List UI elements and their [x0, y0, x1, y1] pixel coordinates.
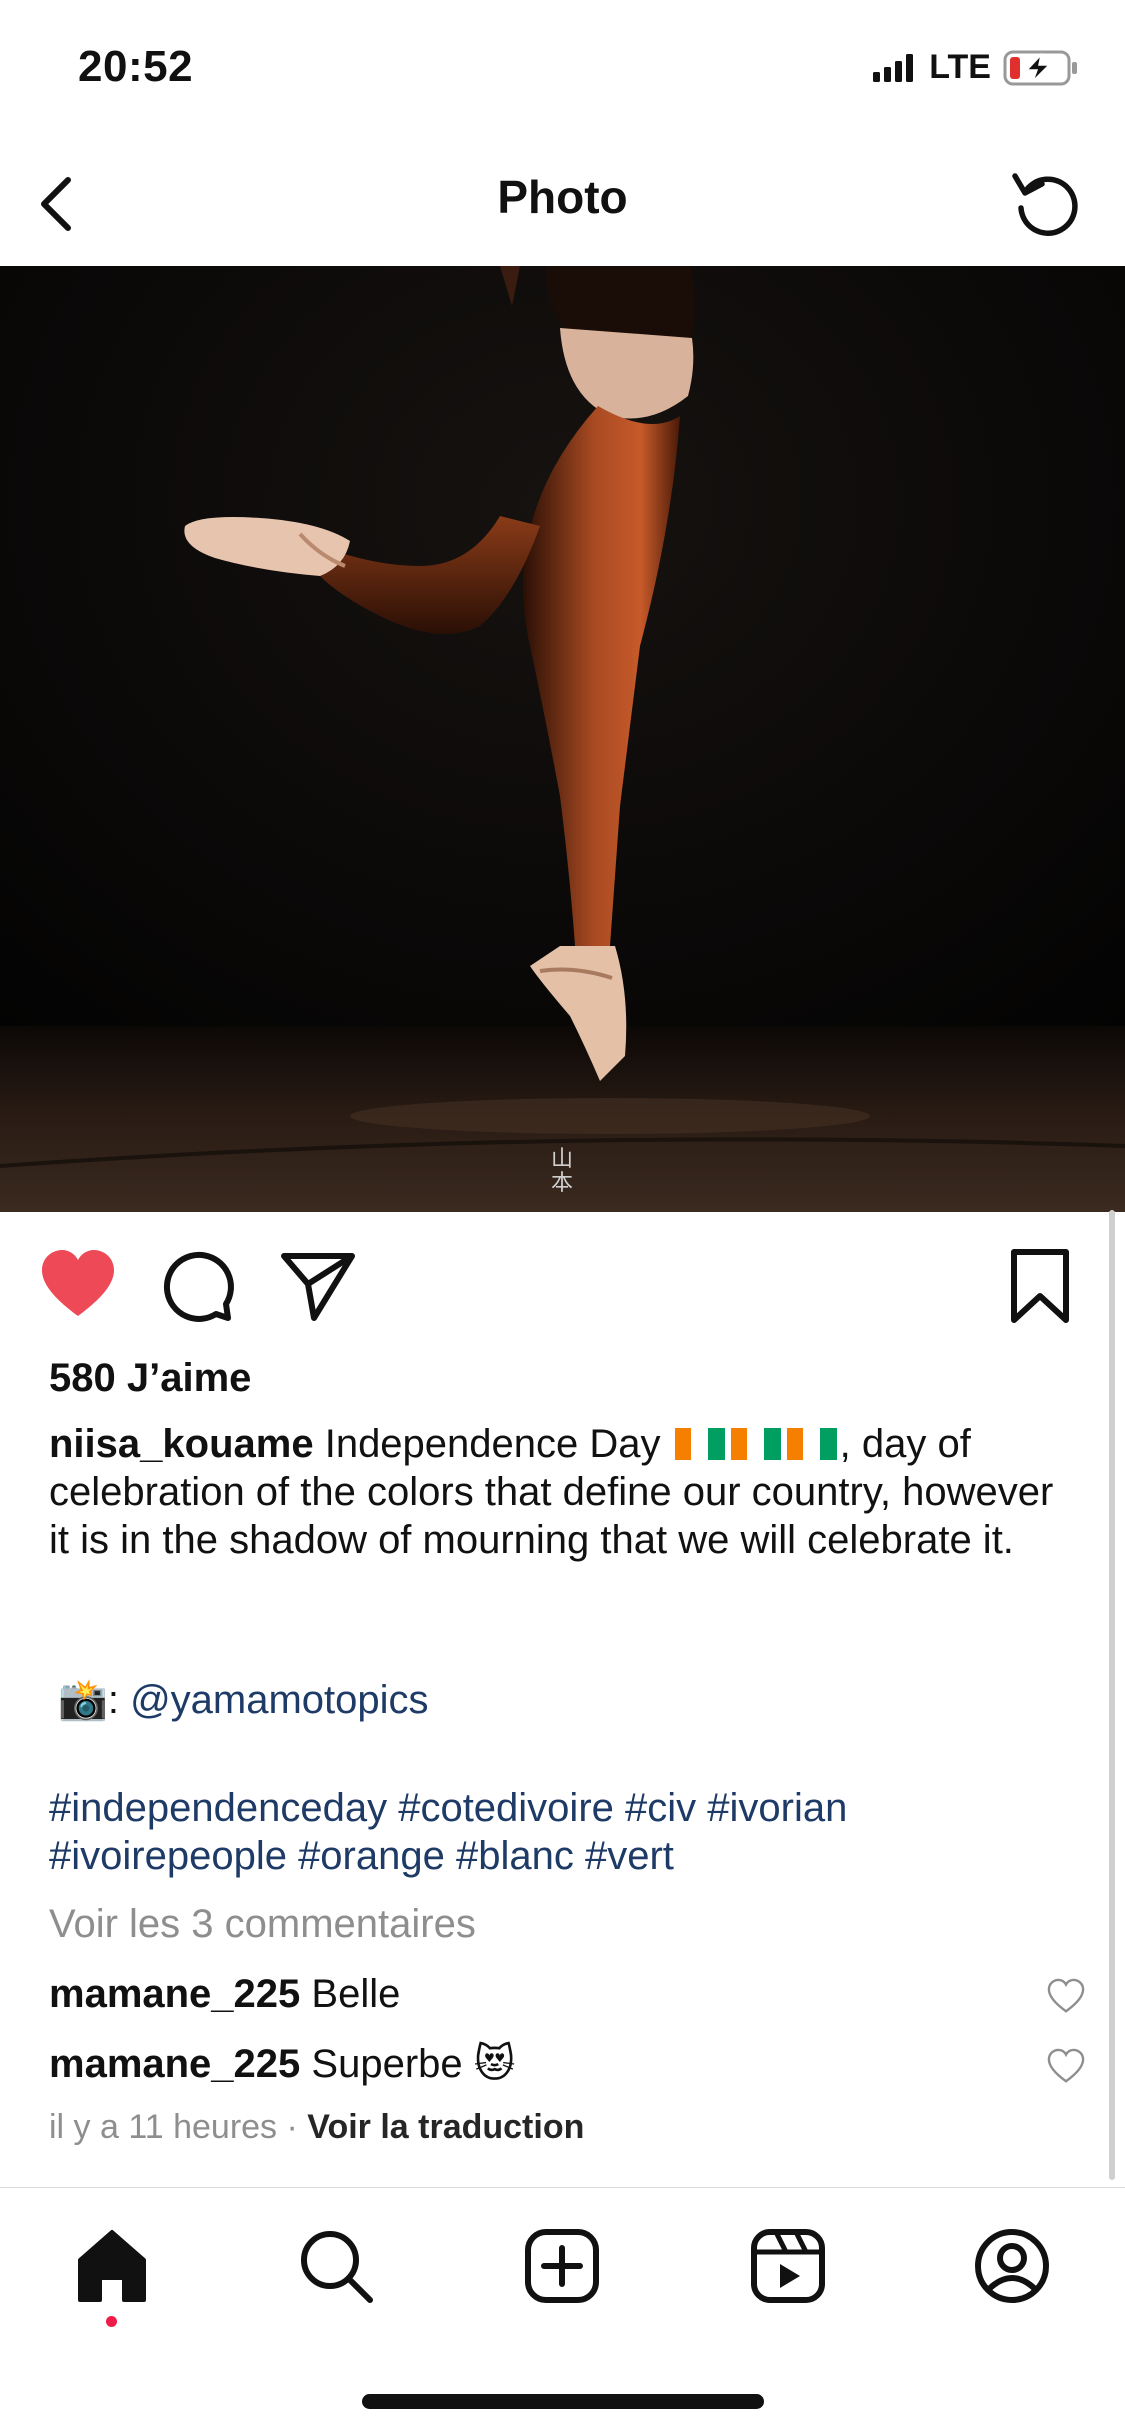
view-comments-link[interactable]: Voir les 3 commentaires [49, 1902, 476, 1947]
signal-icon [873, 53, 914, 82]
post-caption: niisa_kouame Independence Day , day of c… [49, 1420, 1069, 1564]
svg-text:山: 山 [551, 1147, 573, 1172]
profile-icon[interactable] [974, 2228, 1050, 2304]
meta-dot: · [286, 2108, 298, 2146]
hashtags-line[interactable]: #ivoirepeople #orange #blanc #vert [49, 1832, 1069, 1880]
add-post-icon[interactable] [524, 2228, 600, 2304]
reels-icon[interactable] [750, 2228, 826, 2304]
status-indicators: LTE [873, 48, 1079, 87]
photographer-mention[interactable]: @yamamotopics [130, 1678, 428, 1722]
network-type: LTE [929, 48, 991, 86]
photo-credit: 📸: @yamamotopics [58, 1676, 429, 1724]
tab-bar [0, 2188, 1125, 2338]
like-heart-icon[interactable] [38, 1246, 118, 1326]
post-photo[interactable]: 山 本 [0, 266, 1125, 1212]
likes-count[interactable]: 580 J’aime [49, 1356, 251, 1401]
status-bar: 20:52 LTE [0, 0, 1125, 140]
comment-item: mamane_225 Superbe 😻 [49, 2040, 515, 2088]
caption-text-start: Independence Day [324, 1422, 661, 1466]
ivory-coast-flag [786, 1423, 837, 1460]
comment-text: Belle [311, 1972, 401, 2016]
comment-text: Superbe [311, 2042, 463, 2086]
caption-username[interactable]: niisa_kouame [49, 1422, 314, 1466]
bookmark-icon[interactable] [1000, 1246, 1080, 1326]
hashtags: #independenceday #cotedivoire #civ #ivor… [49, 1784, 1069, 1880]
home-active-dot [106, 2316, 117, 2327]
status-time: 20:52 [78, 42, 194, 91]
search-icon[interactable] [298, 2228, 374, 2304]
comment-like-icon[interactable] [1047, 2048, 1085, 2086]
credit-separator: : [107, 1678, 119, 1722]
share-icon[interactable] [278, 1246, 358, 1326]
page-title: Photo [497, 171, 628, 223]
home-icon[interactable] [74, 2228, 150, 2304]
ivory-coast-flag [674, 1423, 725, 1460]
hashtags-line[interactable]: #independenceday #cotedivoire #civ #ivor… [49, 1784, 1069, 1832]
ballet-dancer-image: 山 本 [0, 266, 1125, 1212]
post-actions [0, 1240, 1125, 1330]
ivory-coast-flag [730, 1423, 781, 1460]
svg-text:本: 本 [551, 1171, 573, 1196]
camera-flash-icon: 📸 [58, 1678, 108, 1722]
comment-username[interactable]: mamane_225 [49, 1972, 300, 2016]
heart-eyes-cat-icon: 😻 [473, 2042, 516, 2086]
refresh-button[interactable] [1005, 162, 1085, 242]
navigation-bar: Photo [0, 140, 1125, 266]
refresh-icon [1012, 173, 1078, 236]
translate-link[interactable]: Voir la traduction [307, 2108, 584, 2146]
home-indicator[interactable] [362, 2394, 764, 2409]
post-time: il y a 11 heures [49, 2108, 278, 2146]
comment-icon[interactable] [158, 1246, 238, 1326]
comment-username[interactable]: mamane_225 [49, 2042, 300, 2086]
comment-like-icon[interactable] [1047, 1978, 1085, 2016]
post-meta: il y a 11 heures · Voir la traduction [49, 2108, 584, 2147]
comment-item: mamane_225 Belle [49, 1970, 400, 2018]
scrollbar[interactable] [1109, 1210, 1115, 2180]
battery-charging-icon [1003, 50, 1077, 85]
